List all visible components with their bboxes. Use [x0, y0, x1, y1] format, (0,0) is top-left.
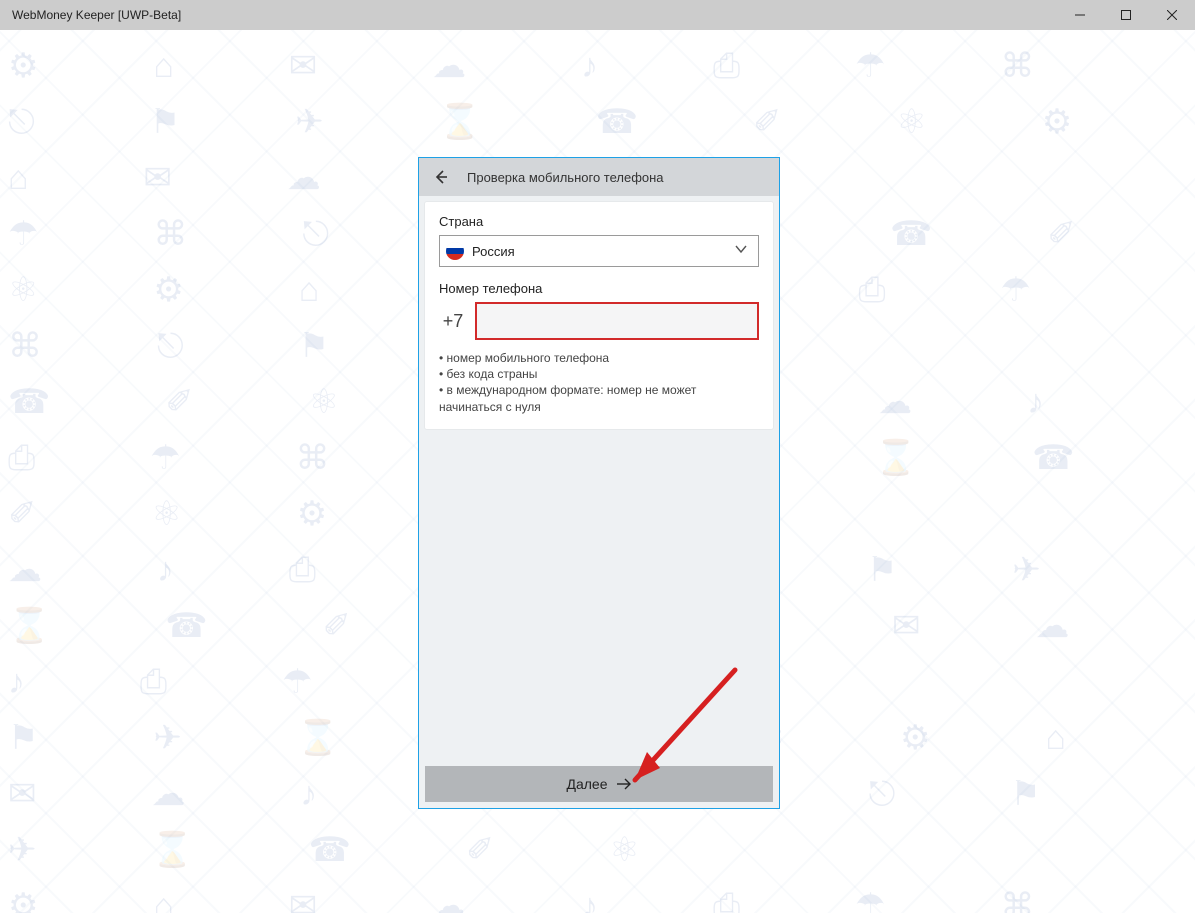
- phone-hints: • номер мобильного телефона • без кода с…: [439, 350, 759, 415]
- window-title: WebMoney Keeper [UWP-Beta]: [12, 8, 181, 22]
- chevron-down-icon: [734, 242, 752, 261]
- phone-label: Номер телефона: [439, 281, 759, 296]
- hint-line: • номер мобильного телефона: [439, 350, 759, 366]
- hint-line: • в международном формате: номер не може…: [439, 382, 759, 414]
- window-titlebar: WebMoney Keeper [UWP-Beta]: [0, 0, 1195, 30]
- arrow-right-icon: [616, 778, 632, 790]
- dialog-title: Проверка мобильного телефона: [467, 170, 664, 185]
- client-area: ⚙ ⌂ ✉ ☁ ♪ ⎙ ☂ ⌘ ⎋ ⚑ ✈ ⌛ ☎ ✐ ⚛ ⚙ ⌂ ✉ ☁ ♪ …: [0, 30, 1195, 913]
- phone-input[interactable]: [475, 302, 759, 340]
- back-button[interactable]: [427, 163, 455, 191]
- dialog-footer: Далее: [419, 760, 779, 808]
- next-button[interactable]: Далее: [425, 766, 773, 802]
- phone-row: +7: [439, 302, 759, 340]
- close-button[interactable]: [1149, 0, 1195, 30]
- country-value: Россия: [472, 244, 734, 259]
- phone-prefix: +7: [439, 311, 467, 332]
- form-card: Страна Россия Номер телефона +7 • номер …: [425, 202, 773, 429]
- minimize-button[interactable]: [1057, 0, 1103, 30]
- country-select[interactable]: Россия: [439, 235, 759, 267]
- next-button-label: Далее: [566, 776, 607, 792]
- hint-line: • без кода страны: [439, 366, 759, 382]
- country-label: Страна: [439, 214, 759, 229]
- phone-verify-dialog: Проверка мобильного телефона Страна Росс…: [418, 157, 780, 809]
- window-controls: [1057, 0, 1195, 30]
- flag-russia-icon: [446, 242, 464, 260]
- arrow-left-icon: [433, 169, 449, 185]
- dialog-header: Проверка мобильного телефона: [419, 158, 779, 196]
- maximize-button[interactable]: [1103, 0, 1149, 30]
